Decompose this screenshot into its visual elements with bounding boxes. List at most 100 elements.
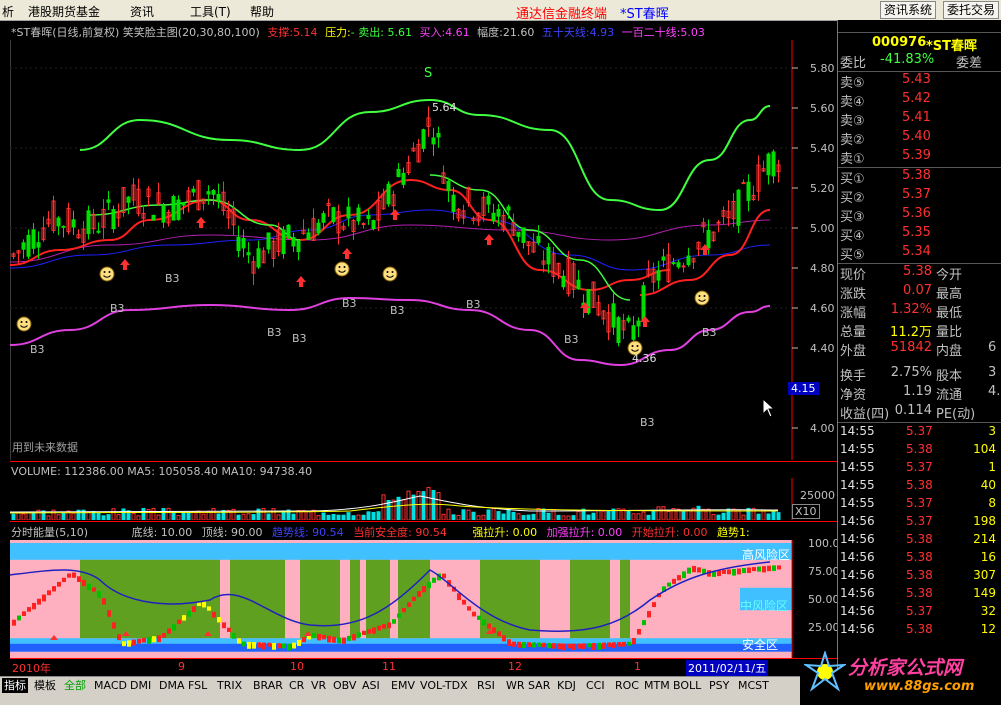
tab-asi[interactable]: ASI [360,678,382,693]
energy-bar [427,581,431,589]
tab-模板[interactable]: 模板 [32,678,58,693]
news-system-button[interactable]: 资讯系统 [880,1,937,19]
candle-body [96,230,101,233]
candle-body [211,189,216,195]
tick-price: 5.37 [906,514,933,528]
candle-body [641,285,646,321]
tab-指标[interactable]: 指标 [2,678,28,693]
energy-bar [687,567,691,574]
tab-cr[interactable]: CR [287,678,306,693]
smiley-icon [382,266,398,282]
buy-level-price: 5.37 [902,187,931,202]
candle-body [671,262,676,265]
energy-title-line: 分时能量(5,10) 底线: 10.00 顶线: 90.00 趋势线: 90.5… [11,524,750,540]
energy-trend: 趋势线: 90.54 [271,526,344,539]
menu-item-analysis[interactable]: 析 [2,3,14,20]
buy-level-row[interactable]: 买⑤ 5.34 [838,244,1001,263]
tab-macd[interactable]: MACD [92,678,129,693]
candle-body [521,227,526,243]
tab-vr[interactable]: VR [309,678,328,693]
energy-indicator-chart[interactable] [10,540,838,658]
candle-body [741,182,746,185]
volume-bar [721,512,726,520]
menu-item-tools[interactable]: 工具(T) [190,3,231,20]
volume-bar [446,508,451,520]
quote-panel: 000976 *ST春晖 委比 -41.83% 委差 卖⑤ 5.43 卖④ 5.42 卖… [837,20,1001,670]
buy-value: 4.61 [445,26,470,39]
menu-item-hk-futures[interactable]: 港股期货基金 [28,3,100,20]
tab-kdj[interactable]: KDJ [555,678,578,693]
volume-bar [766,513,771,520]
sell-level-row[interactable]: 卖① 5.39 [838,148,1001,167]
tab-boll[interactable]: BOLL [671,678,703,693]
volume-bar [571,515,576,520]
menu-item-news[interactable]: 资讯 [130,3,154,20]
energy-strong: 强拉升: 0.00 [472,526,538,539]
tick-volume: 8 [988,496,996,510]
tab-全部[interactable]: 全部 [62,678,88,693]
volume-bar [496,511,501,520]
tab-vol-tdx[interactable]: VOL-TDX [418,678,470,693]
high-price-label: 5.64 [432,101,457,114]
stat-value: 1.32% [890,302,932,317]
stat-label-2: 流通 [936,388,963,403]
volume-bar [21,513,26,520]
sell-level-row[interactable]: 卖③ 5.41 [838,110,1001,129]
volume-bar [121,508,126,520]
tab-rsi[interactable]: RSI [475,678,497,693]
tab-fsl[interactable]: FSL [186,678,209,693]
tab-mcst[interactable]: MCST [736,678,771,693]
energy-bar [87,583,91,591]
buy-level-row[interactable]: 买① 5.38 [838,168,1001,187]
tab-brar[interactable]: BRAR [251,678,285,693]
energy-bar [217,617,221,623]
tick-time: 14:55 [840,424,875,438]
energy-bar [262,642,266,650]
tab-sar[interactable]: SAR [526,678,552,693]
sell-level-row[interactable]: 卖② 5.40 [838,129,1001,148]
energy-bar [597,642,601,650]
candlestick-chart[interactable]: 5.80 5.60 5.40 5.20 5.00 4.80 4.60 4.40 4.00 B3 B… [10,40,838,460]
b3-signal-label: B3 [110,302,125,315]
window-stock-title: *ST春晖 [620,7,669,22]
buy-level-row[interactable]: 买③ 5.36 [838,206,1001,225]
energy-bar [337,637,341,644]
trade-button[interactable]: 委托交易 [943,1,1000,19]
tab-emv[interactable]: EMV [389,678,417,693]
watermark-url: www.88gs.com [864,679,975,694]
buy-level-row[interactable]: 买② 5.37 [838,187,1001,206]
energy-bar [742,568,746,574]
tab-psy[interactable]: PSY [707,678,731,693]
candle-body [396,168,401,178]
sell-level-row[interactable]: 卖⑤ 5.43 [838,72,1001,91]
tab-dmi[interactable]: DMI [128,678,153,693]
tab-roc[interactable]: ROC [613,678,641,693]
sell-level-row[interactable]: 卖④ 5.42 [838,91,1001,110]
menu-item-help[interactable]: 帮助 [250,3,274,20]
sell-level-price: 5.39 [902,148,931,163]
volume-chart[interactable] [10,478,838,520]
tab-wr[interactable]: WR [504,678,527,693]
tab-dma[interactable]: DMA [157,678,187,693]
tab-trix[interactable]: TRIX [215,678,244,693]
buy-level-row[interactable]: 买④ 5.35 [838,225,1001,244]
volume-bar [556,514,561,520]
energy-bar [627,641,631,646]
tab-mtm[interactable]: MTM [642,678,672,693]
candle-body [71,219,76,228]
energy-bar [547,642,551,649]
tab-obv[interactable]: OBV [331,678,358,693]
tick-price: 5.38 [906,586,933,600]
candle-body [676,262,681,268]
tick-trade-row: 14:55 5.38 40 [838,478,1001,496]
energy-bar [362,630,366,636]
energy-tick-100: 100.0 [808,537,840,550]
support-value: 5.14 [293,26,318,39]
main-chart-title: *ST春晖(日线,前复权) 笑笑脸主图(20,30,80,100) 支撑:5.1… [11,24,705,40]
future-data-note: 用到未来数据 [12,441,78,454]
candle-body [536,235,541,243]
tab-cci[interactable]: CCI [584,678,607,693]
energy-bar [322,634,326,640]
ma120-label: 一百二十线: [621,26,681,39]
energy-bar [167,628,171,634]
